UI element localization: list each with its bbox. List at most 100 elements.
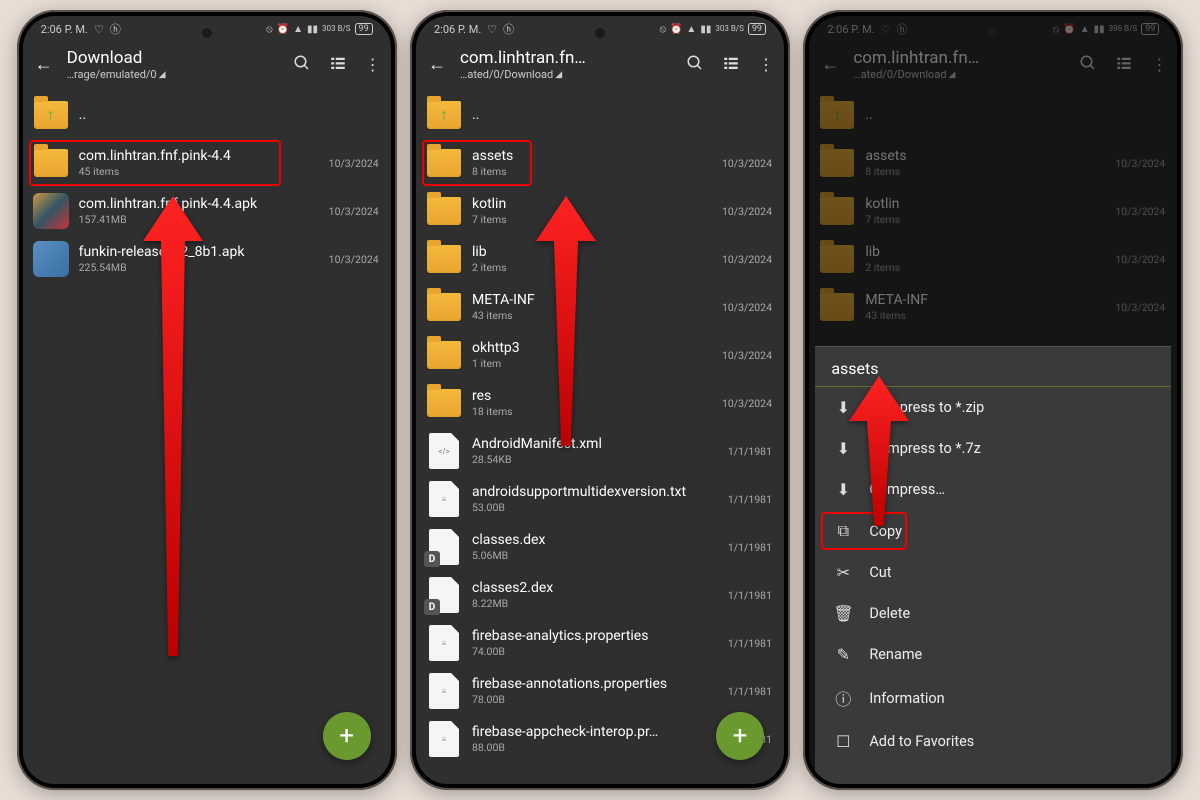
list-item[interactable]: lib 2 items 10/3/2024: [416, 235, 784, 283]
info-icon: ⓗ: [110, 21, 121, 37]
list-item[interactable]: com.linhtran.fnf.pink-4.4.apk 157.41MB 1…: [23, 187, 391, 235]
item-name: funkin-release0_2_8b1.apk: [79, 244, 319, 260]
item-date: 10/3/2024: [722, 397, 772, 410]
alarm-icon: ⏰: [670, 24, 682, 35]
view-icon[interactable]: [329, 54, 347, 76]
sheet-label: Compress to *.zip: [869, 399, 984, 416]
item-name: res: [472, 388, 712, 404]
phone-3: 2:06 P. M. ♡ ⓗ ⦸ ⏰ ▲ ▮▮ 396 B/S 99 ← com…: [803, 10, 1183, 790]
sheet-item-copy[interactable]: ⧉ Copy: [815, 510, 1171, 552]
battery-icon: 99: [355, 23, 373, 35]
sheet-icon: ⧉: [833, 521, 853, 541]
fab-add[interactable]: +: [323, 712, 371, 760]
item-date: 1/1/1981: [728, 637, 772, 650]
item-sub: 2 items: [472, 261, 712, 274]
list-item[interactable]: D classes2.dex 8.22MB 1/1/1981: [416, 571, 784, 619]
sheet-item-compress-to-zip[interactable]: ⬇ Compress to *.zip: [815, 387, 1171, 428]
sheet-label: Cut: [869, 564, 891, 581]
alarm-icon: ⏰: [277, 24, 289, 35]
menu-icon[interactable]: ⋮: [758, 55, 774, 74]
sheet-title: assets: [815, 347, 1171, 387]
back-button[interactable]: ←: [33, 54, 55, 75]
item-date: 10/3/2024: [722, 253, 772, 266]
fab-add[interactable]: +: [716, 712, 764, 760]
sheet-item-compress-[interactable]: ⬇ Compress…: [815, 469, 1171, 510]
list-item[interactable]: funkin-release0_2_8b1.apk 225.54MB 10/3/…: [23, 235, 391, 283]
net-speed: 303 B/S: [322, 25, 351, 33]
status-time: 2:06 P. M.: [41, 23, 88, 36]
item-sub: 8.22MB: [472, 597, 718, 610]
item-sub: 45 items: [79, 165, 319, 178]
screen-1: 2:06 P. M. ♡ ⓗ ⦸ ⏰ ▲ ▮▮ 303 B/S 99 ← Dow…: [23, 16, 391, 784]
file-list: .. com.linhtran.fnf.pink-4.4 45 items 10…: [23, 91, 391, 283]
breadcrumb[interactable]: …rage/emulated/0 ◢: [67, 68, 281, 81]
list-item[interactable]: ≡ androidsupportmultidexversion.txt 53.0…: [416, 475, 784, 523]
item-sub: 1 item: [472, 357, 712, 370]
item-sub: 225.54MB: [79, 261, 319, 274]
wifi-icon: ▲: [686, 24, 696, 35]
back-button[interactable]: ←: [426, 54, 448, 75]
list-item[interactable]: res 18 items 10/3/2024: [416, 379, 784, 427]
item-name: assets: [472, 148, 712, 164]
item-date: 1/1/1981: [728, 541, 772, 554]
item-name: classes2.dex: [472, 580, 718, 596]
item-date: 1/1/1981: [728, 493, 772, 506]
sheet-item-rename[interactable]: ✎ Rename: [815, 634, 1171, 675]
phone-2: 2:06 P. M. ♡ ⓗ ⦸ ⏰ ▲ ▮▮ 303 B/S 99 ← com…: [410, 10, 790, 790]
status-time: 2:06 P. M.: [434, 23, 481, 36]
item-sub: 5.06MB: [472, 549, 718, 562]
list-item[interactable]: com.linhtran.fnf.pink-4.4 45 items 10/3/…: [23, 139, 391, 187]
item-date: 1/1/1981: [728, 589, 772, 602]
heart-icon: ♡: [94, 23, 104, 36]
page-title: com.linhtran.fn…: [460, 48, 674, 68]
sheet-item-compress-to-z[interactable]: ⬇ Compress to *.7z: [815, 428, 1171, 469]
breadcrumb[interactable]: …ated/0/Download ◢: [460, 68, 674, 81]
list-item[interactable]: D classes.dex 5.06MB 1/1/1981: [416, 523, 784, 571]
context-sheet: assets ⬇ Compress to *.zip ⬇ Compress to…: [815, 346, 1171, 784]
item-date: 10/3/2024: [329, 253, 379, 266]
sheet-item-cut[interactable]: ✂ Cut: [815, 552, 1171, 593]
item-name: META-INF: [472, 292, 712, 308]
sheet-icon: ⬇: [833, 439, 853, 458]
list-item[interactable]: META-INF 43 items 10/3/2024: [416, 283, 784, 331]
info-icon: ⓗ: [503, 21, 514, 37]
sheet-label: Compress…: [869, 481, 945, 498]
item-name: firebase-analytics.properties: [472, 628, 718, 644]
search-icon[interactable]: [686, 54, 704, 76]
heart-icon: ♡: [487, 23, 497, 36]
list-item[interactable]: ≡ firebase-analytics.properties 74.00B 1…: [416, 619, 784, 667]
list-item[interactable]: kotlin 7 items 10/3/2024: [416, 187, 784, 235]
signal-icon: ▮▮: [700, 24, 711, 35]
sheet-icon: ☐: [833, 732, 853, 751]
signal-icon: ▮▮: [307, 24, 318, 35]
list-item[interactable]: </> AndroidManifest.xml 28.54KB 1/1/1981: [416, 427, 784, 475]
sheet-label: Rename: [869, 646, 922, 663]
list-item[interactable]: okhttp3 1 item 10/3/2024: [416, 331, 784, 379]
item-name: com.linhtran.fnf.pink-4.4.apk: [79, 196, 319, 212]
menu-icon[interactable]: ⋮: [365, 55, 381, 74]
search-icon[interactable]: [293, 54, 311, 76]
screen-2: 2:06 P. M. ♡ ⓗ ⦸ ⏰ ▲ ▮▮ 303 B/S 99 ← com…: [416, 16, 784, 784]
sheet-item-information[interactable]: ⓘ Information: [815, 675, 1171, 721]
item-name: ..: [79, 107, 381, 123]
dnd-icon: ⦸: [266, 24, 273, 35]
list-item[interactable]: ≡ firebase-annotations.properties 78.00B…: [416, 667, 784, 715]
status-bar: 2:06 P. M. ♡ ⓗ ⦸ ⏰ ▲ ▮▮ 303 B/S 99: [416, 16, 784, 42]
view-icon[interactable]: [722, 54, 740, 76]
sheet-icon: ⓘ: [833, 686, 853, 710]
list-item[interactable]: assets 8 items 10/3/2024: [416, 139, 784, 187]
item-date: 1/1/1981: [728, 685, 772, 698]
sheet-item-add-to-favorites[interactable]: ☐ Add to Favorites: [815, 721, 1171, 762]
item-name: kotlin: [472, 196, 712, 212]
item-date: 10/3/2024: [722, 205, 772, 218]
wifi-icon: ▲: [293, 24, 303, 35]
item-date: 10/3/2024: [329, 205, 379, 218]
file-list: .. assets 8 items 10/3/2024 kotlin 7 ite…: [416, 91, 784, 763]
sheet-label: Copy: [869, 523, 902, 540]
item-date: 10/3/2024: [329, 157, 379, 170]
sheet-item-delete[interactable]: 🗑 Delete: [815, 593, 1171, 634]
item-name: firebase-annotations.properties: [472, 676, 718, 692]
list-item[interactable]: ..: [23, 91, 391, 139]
item-sub: 157.41MB: [79, 213, 319, 226]
list-item[interactable]: ..: [416, 91, 784, 139]
